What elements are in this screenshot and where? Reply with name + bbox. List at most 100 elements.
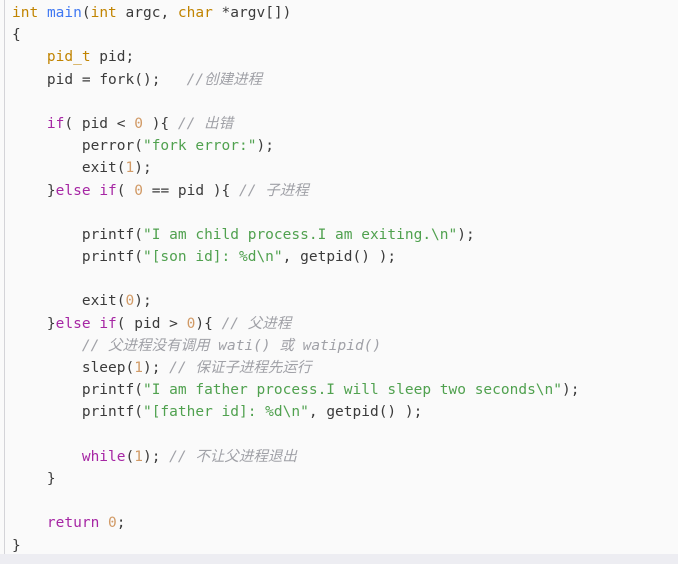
code-line: // 父进程没有调用 wati() 或 watipid() bbox=[12, 335, 579, 357]
code-token-pun: ( pid < bbox=[64, 115, 135, 132]
code-token-cmt: // 出错 bbox=[177, 115, 234, 132]
code-block[interactable]: int main(int argc, char *argv[]){ pid_t … bbox=[12, 2, 579, 554]
code-viewer[interactable]: int main(int argc, char *argv[]){ pid_t … bbox=[0, 0, 678, 554]
code-token-pun: , bbox=[308, 404, 327, 421]
code-token-num: 0 bbox=[108, 515, 117, 532]
code-token-pun: , bbox=[282, 249, 301, 266]
code-token-pun: () ); bbox=[352, 249, 397, 266]
code-token-kw: else bbox=[55, 315, 91, 332]
code-token-pun bbox=[12, 360, 82, 376]
code-token-num: 1 bbox=[134, 360, 143, 376]
code-line: while(1); // 不让父进程退出 bbox=[12, 446, 579, 468]
code-token-pun: ); bbox=[562, 382, 580, 399]
code-token-pun bbox=[12, 160, 82, 176]
code-token-kw: if bbox=[46, 115, 65, 132]
code-line: }else if( 0 == pid ){ // 子进程 bbox=[12, 180, 579, 202]
code-token-pun: == pid ){ bbox=[142, 182, 240, 199]
code-token-id: getpid bbox=[326, 404, 379, 421]
code-token-cmt: // 不让父进程退出 bbox=[169, 448, 297, 465]
code-token-pun bbox=[12, 449, 82, 465]
code-token-id: perror bbox=[81, 138, 135, 155]
code-token-cmt: // 父进程 bbox=[221, 315, 292, 332]
code-token-str: "I am child process.I am exiting.\n" bbox=[142, 226, 458, 243]
code-line: if( pid < 0 ){ // 出错 bbox=[12, 113, 579, 135]
code-token-pun: ( bbox=[134, 382, 143, 399]
code-line: { bbox=[12, 24, 579, 46]
code-token-cmt: // 子进程 bbox=[239, 182, 309, 199]
code-token-typ: char bbox=[177, 5, 213, 21]
code-token-pun bbox=[12, 116, 47, 132]
code-token-pun bbox=[12, 293, 82, 309]
code-token-pun: pid; bbox=[90, 49, 135, 66]
code-line: ​ bbox=[12, 268, 579, 290]
code-token-kw: while bbox=[81, 448, 126, 465]
code-token-typ: pid_t bbox=[46, 49, 91, 66]
code-token-pun: } bbox=[12, 182, 56, 199]
code-token-pun: ); bbox=[142, 448, 170, 465]
code-line: perror("fork error:"); bbox=[12, 135, 579, 157]
code-token-pun: ( bbox=[116, 182, 135, 199]
code-token-str: "[father id]: %d\n" bbox=[142, 404, 309, 421]
code-token-pun: ); bbox=[134, 160, 152, 177]
code-token-num: 0 bbox=[134, 115, 143, 132]
code-token-pun: argc, bbox=[116, 5, 178, 21]
code-token-id: fork bbox=[99, 71, 135, 88]
code-token-num: 0 bbox=[125, 293, 135, 310]
code-token-kw: return bbox=[46, 515, 100, 532]
code-token-pun: ){ bbox=[142, 115, 178, 132]
code-token-pun bbox=[12, 49, 47, 65]
code-token-pun: ); bbox=[142, 360, 170, 376]
code-token-pun: } bbox=[12, 315, 56, 332]
code-token-num: 0 bbox=[134, 182, 143, 199]
code-line: printf("[son id]: %d\n", getpid() ); bbox=[12, 246, 579, 268]
code-token-pun: } bbox=[12, 537, 21, 554]
code-token-cmt: // 父进程没有调用 wati() 或 watipid() bbox=[81, 337, 382, 354]
code-line: sleep(1); // 保证子进程先运行 bbox=[12, 357, 579, 379]
code-token-pun: ( bbox=[116, 160, 126, 177]
code-line: exit(1); bbox=[12, 157, 579, 179]
code-line: pid_t pid; bbox=[12, 46, 579, 68]
bottom-strip bbox=[0, 554, 678, 564]
code-token-pun bbox=[12, 382, 82, 398]
code-line: ​ bbox=[12, 424, 579, 446]
code-token-typ: int bbox=[12, 5, 39, 21]
code-token-pun: (); bbox=[134, 71, 187, 88]
code-token-id: printf bbox=[81, 249, 135, 266]
code-token-id: exit bbox=[81, 293, 117, 310]
code-line: ​ bbox=[12, 490, 579, 512]
code-token-pun: ( pid > bbox=[116, 315, 187, 332]
code-token-pun bbox=[12, 249, 82, 265]
code-token-cmt: // 保证子进程先运行 bbox=[169, 360, 312, 376]
code-token-num: 1 bbox=[125, 160, 135, 177]
code-line: }else if( pid > 0){ // 父进程 bbox=[12, 313, 579, 335]
code-token-pun: pid = bbox=[12, 71, 100, 88]
code-token-pun: { bbox=[12, 27, 21, 44]
code-token-id: printf bbox=[81, 404, 135, 421]
code-token-pun: ( bbox=[116, 293, 126, 310]
code-token-pun: ; bbox=[116, 515, 126, 532]
code-token-pun: ); bbox=[134, 293, 152, 310]
code-token-cmt: //创建进程 bbox=[186, 71, 263, 88]
code-token-pun: ( bbox=[134, 226, 143, 243]
code-token-id: printf bbox=[81, 226, 135, 243]
code-token-id: sleep bbox=[81, 360, 126, 376]
code-token-fn: main bbox=[46, 5, 82, 21]
code-token-pun: *argv[]) bbox=[212, 5, 292, 21]
code-token-pun: ( bbox=[125, 360, 135, 376]
code-token-pun bbox=[91, 316, 100, 332]
code-token-pun bbox=[12, 227, 82, 243]
code-token-pun: ( bbox=[134, 404, 143, 421]
code-token-pun: ( bbox=[125, 448, 135, 465]
code-token-id: getpid bbox=[300, 249, 353, 266]
code-line: return 0; bbox=[12, 512, 579, 534]
code-token-pun: ( bbox=[81, 5, 91, 21]
code-token-str: "fork error:" bbox=[142, 138, 257, 155]
code-token-num: 1 bbox=[134, 448, 143, 465]
code-token-str: "[son id]: %d\n" bbox=[142, 249, 283, 266]
code-token-pun bbox=[12, 138, 82, 154]
code-token-id: printf bbox=[81, 382, 135, 399]
code-line: pid = fork(); //创建进程 bbox=[12, 69, 579, 91]
code-token-pun bbox=[99, 515, 108, 531]
code-line: int main(int argc, char *argv[]) bbox=[12, 2, 579, 24]
code-line: printf("[father id]: %d\n", getpid() ); bbox=[12, 401, 579, 423]
